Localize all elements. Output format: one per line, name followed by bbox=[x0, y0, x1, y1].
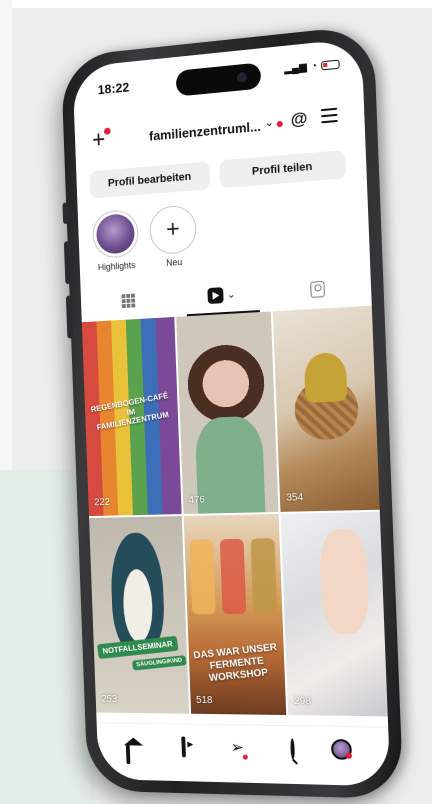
home-icon[interactable] bbox=[125, 745, 131, 765]
menu-icon[interactable] bbox=[320, 107, 338, 124]
reel-overlay-text: DAS WAR UNSER FERMENTE WORKSHOP bbox=[192, 642, 278, 685]
reel-jar bbox=[189, 539, 216, 615]
tab-grid[interactable] bbox=[99, 282, 157, 319]
bottom-navigation: ➢ bbox=[96, 722, 391, 787]
wifi-icon: ◔ bbox=[310, 60, 318, 73]
reel-jar bbox=[220, 538, 246, 615]
background-top bbox=[0, 0, 432, 8]
send-notification-dot bbox=[243, 754, 249, 760]
reel-view-count: 518 bbox=[195, 694, 213, 707]
edit-profile-button[interactable]: Profil bearbeiten bbox=[89, 161, 211, 199]
account-username[interactable]: familienzentruml... bbox=[149, 119, 261, 144]
tagged-icon bbox=[310, 280, 326, 298]
search-icon[interactable] bbox=[290, 738, 296, 760]
new-highlight-label: Neu bbox=[165, 256, 183, 268]
reels-nav-icon[interactable] bbox=[181, 736, 186, 758]
new-highlight-ring: + bbox=[148, 204, 198, 256]
tab-tagged[interactable] bbox=[286, 270, 348, 308]
create-plus-icon[interactable]: + bbox=[92, 126, 111, 154]
phone-screen: 18:22 ▂▄▆ ◔ + familienzentruml... ⌄ @ Pr… bbox=[72, 37, 391, 787]
status-icons: ▂▄▆ ◔ bbox=[283, 59, 340, 76]
account-switch-chevron-icon[interactable]: ⌄ bbox=[264, 116, 274, 130]
send-glyph: ➢ bbox=[230, 739, 245, 757]
status-bar: 18:22 ▂▄▆ ◔ bbox=[72, 38, 363, 109]
reels-grid: REGENBOGEN-CAFÉ IM FAMILIENZENTRUM 222 4… bbox=[81, 305, 388, 717]
reel-view-count: 222 bbox=[93, 497, 111, 509]
highlight-thumbnail bbox=[95, 212, 136, 255]
volume-down-button bbox=[65, 295, 74, 339]
action-button bbox=[62, 202, 69, 225]
reel-tile[interactable]: 354 bbox=[273, 305, 380, 512]
reel-person bbox=[194, 416, 266, 514]
reels-tab-chevron-icon: ⌄ bbox=[226, 288, 236, 301]
signal-icon: ▂▄▆ bbox=[283, 61, 308, 76]
reel-tile[interactable]: 476 bbox=[175, 311, 279, 515]
threads-icon[interactable]: @ bbox=[290, 108, 308, 130]
grid-icon bbox=[121, 293, 136, 309]
status-time: 18:22 bbox=[97, 79, 130, 98]
reel-overlay-text: NOTFALLSEMINAR bbox=[96, 636, 179, 660]
dynamic-island bbox=[175, 62, 262, 97]
phone-frame: 18:22 ▂▄▆ ◔ + familienzentruml... ⌄ @ Pr… bbox=[60, 24, 404, 800]
profile-notification-dot bbox=[345, 752, 353, 759]
tab-reels[interactable]: ⌄ bbox=[191, 276, 251, 313]
profile-action-buttons: Profil bearbeiten Profil teilen bbox=[89, 149, 347, 199]
reel-leaves bbox=[304, 351, 348, 403]
new-highlight-button[interactable]: + Neu bbox=[148, 204, 199, 269]
highlight-label: Highlights bbox=[97, 260, 136, 273]
reels-icon bbox=[207, 287, 224, 305]
highlight-ring bbox=[91, 208, 140, 259]
reel-overlay-text: REGENBOGEN-CAFÉ IM FAMILIENZENTRUM bbox=[90, 390, 170, 432]
highlight-item[interactable]: Highlights bbox=[91, 208, 141, 273]
reel-tile[interactable]: REGENBOGEN-CAFÉ IM FAMILIENZENTRUM 222 bbox=[81, 316, 182, 517]
reel-tile[interactable]: NOTFALLSEMINAR SÄUGLING/KIND 253 bbox=[89, 516, 189, 714]
share-profile-button[interactable]: Profil teilen bbox=[219, 149, 347, 189]
notification-dot bbox=[103, 127, 111, 135]
reel-view-count: 354 bbox=[286, 492, 304, 504]
reel-jar bbox=[250, 538, 277, 615]
reel-penguin-toy bbox=[109, 532, 166, 655]
send-icon[interactable]: ➢ bbox=[230, 737, 249, 760]
plus-icon: + bbox=[165, 215, 181, 244]
volume-up-button bbox=[63, 241, 72, 285]
battery-icon bbox=[321, 59, 340, 71]
reel-tile[interactable]: DAS WAR UNSER FERMENTE WORKSHOP 518 bbox=[183, 513, 287, 716]
reel-view-count: 476 bbox=[188, 494, 206, 506]
reel-overlay-subtext: SÄUGLING/KIND bbox=[131, 655, 187, 671]
reel-tile[interactable]: 298 bbox=[280, 511, 388, 717]
reel-view-count: 253 bbox=[101, 693, 118, 705]
account-notification-dot bbox=[276, 120, 283, 128]
reel-view-count: 298 bbox=[293, 695, 312, 708]
reel-baby bbox=[318, 528, 371, 635]
profile-avatar-icon[interactable] bbox=[330, 739, 353, 760]
